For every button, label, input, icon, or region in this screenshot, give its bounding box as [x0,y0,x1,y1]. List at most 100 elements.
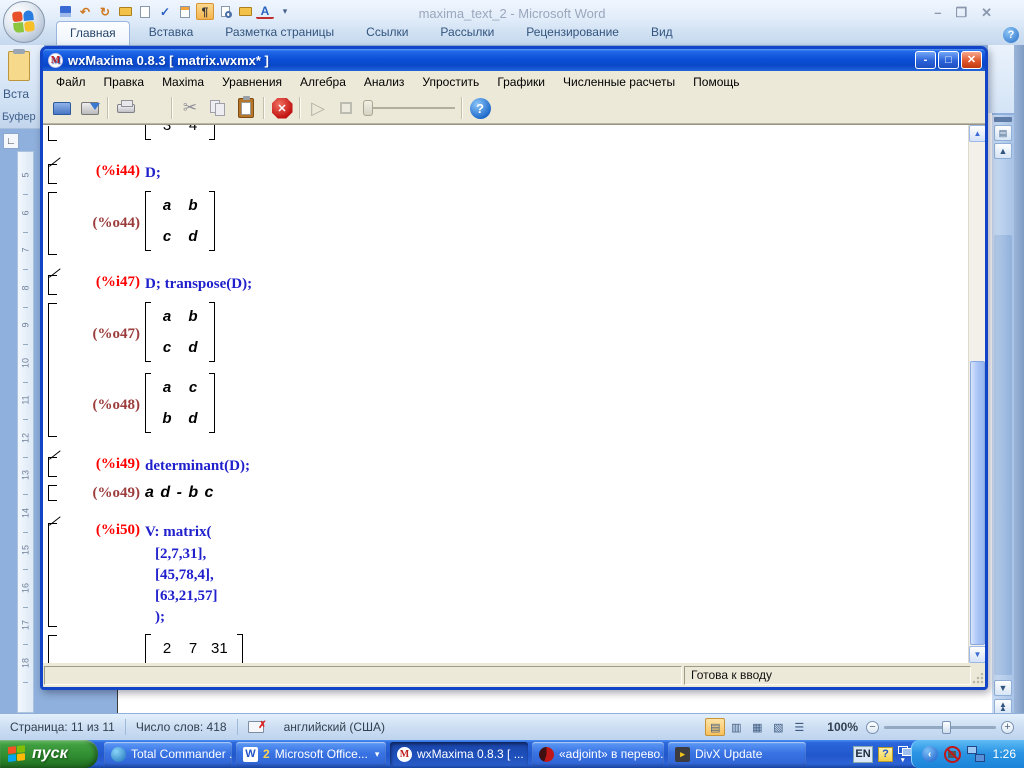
menu-упростить[interactable]: Упростить [413,72,488,92]
open-icon[interactable] [116,3,134,20]
wxmaxima-minimize-button[interactable]: - [915,51,936,69]
menu-уравнения[interactable]: Уравнения [213,72,291,92]
scroll-down-button[interactable]: ▼ [994,680,1012,696]
question-note-icon[interactable]: ? [878,746,893,762]
slider-button[interactable] [360,95,458,121]
wxmaxima-title-bar[interactable]: M wxMaxima 0.8.3 [ matrix.wxmx* ] - □ ✕ [43,49,985,71]
blocked-status-icon[interactable] [943,745,961,763]
word-restore-button[interactable]: ❐ [955,5,967,21]
taskbar-button-tc[interactable]: Total Commander ... [104,742,232,766]
input-code-line[interactable]: [2,7,31], [155,544,968,565]
taskbar-button-word[interactable]: W 2 Microsoft Office... ▾ [236,742,386,766]
word-minimize-button[interactable]: – [934,5,941,21]
tab-рецензирование[interactable]: Рецензирование [513,21,632,45]
draft-icon[interactable] [176,3,194,20]
output-block: (%o47) a b c d (%o48) a c b d [43,302,968,438]
menu-maxima[interactable]: Maxima [153,72,213,92]
resize-grip[interactable] [971,673,983,685]
menu-анализ[interactable]: Анализ [355,72,414,92]
print-button[interactable] [112,95,140,121]
wxmaxima-maximize-button[interactable]: □ [938,51,959,69]
zoom-out-button[interactable]: − [866,720,879,734]
language-indicator[interactable]: английский (США) [274,720,395,734]
menu-графики[interactable]: Графики [488,72,554,92]
wx-scroll-up-button[interactable]: ▲ [969,125,985,142]
word-vertical-scrollbar[interactable]: ▤ ▲ ▼ ▲▲ ● ▼▼ [992,115,1014,746]
word-count[interactable]: Число слов: 418 [126,720,237,734]
paste-icon[interactable] [8,49,30,81]
help-button[interactable]: ? [466,95,494,121]
scrollbar-split-handle[interactable] [994,117,1012,122]
redo-icon[interactable]: ↻ [96,3,114,20]
wxmaxima-scrollbar[interactable]: ▲ ▼ [968,125,985,663]
configure-button[interactable] [140,95,168,121]
copy-button[interactable] [204,95,232,121]
input-code[interactable]: D; transpose(D); [145,274,252,295]
menu-правка[interactable]: Правка [95,72,154,92]
print-layout-view-button[interactable]: ▤ [705,718,726,736]
save-button[interactable] [76,95,104,121]
open-button[interactable] [48,95,76,121]
wx-scrollbar-thumb[interactable] [970,361,985,645]
zoom-in-button[interactable]: + [1001,720,1014,734]
tab-вставка[interactable]: Вставка [136,21,207,45]
word-ribbon-fragment [988,45,1014,113]
zoom-slider-thumb[interactable] [942,720,951,734]
paste-button[interactable] [232,95,260,121]
interrupt-button[interactable]: ✕ [268,95,296,121]
stop-button[interactable] [332,95,360,121]
tab-главная[interactable]: Главная [56,21,130,45]
language-bar[interactable]: EN [853,745,873,763]
input-code[interactable]: D; [145,163,161,184]
web-layout-view-button[interactable]: ▦ [747,718,767,736]
menu-помощь[interactable]: Помощь [684,72,748,92]
tab-разметка-страницы[interactable]: Разметка страницы [212,21,347,45]
ruler-toggle-button[interactable]: ▤ [994,125,1012,141]
paste-button-label[interactable]: Вста [3,87,29,101]
scroll-up-button[interactable]: ▲ [994,143,1012,159]
input-code-line[interactable]: ); [155,607,968,628]
preview-icon[interactable] [216,3,234,20]
hide-icons-chevron[interactable]: ‹ [921,746,938,762]
cut-button[interactable]: ✂ [176,95,204,121]
zoom-slider-track[interactable] [884,720,996,734]
tab-ссылки[interactable]: Ссылки [353,21,421,45]
taskbar-button-adj[interactable]: «adjoint» в перево... [532,742,664,766]
menu-алгебра[interactable]: Алгебра [291,72,355,92]
input-code-line[interactable]: [63,21,57] [155,586,968,607]
taskbar-button-divx[interactable]: ▸ DivX Update [668,742,806,766]
save-icon[interactable] [56,3,74,20]
pilcrow-icon[interactable]: ¶ [196,3,214,20]
taskbar-button-wxm[interactable]: MwxMaxima 0.8.3 [ ... [390,742,528,766]
proofing-errors-icon[interactable] [247,720,267,733]
restore-window-icon[interactable]: ▾ [898,746,912,764]
wxmaxima-close-button[interactable]: ✕ [961,51,982,69]
office-button[interactable] [3,1,45,43]
page-indicator[interactable]: Страница: 11 из 11 [0,720,125,734]
wxmaxima-worksheet[interactable]: 3 4 (%i44) D; (%o44) a b c d (%i47) D; transpose(D… [43,124,985,663]
menu-численные-расчеты[interactable]: Численные расчеты [554,72,684,92]
new-icon[interactable] [136,3,154,20]
input-code[interactable]: V: matrix( [145,522,212,543]
menu-файл[interactable]: Файл [47,72,95,92]
taskbar-clock[interactable]: 1:26 [991,747,1016,761]
input-code-line[interactable]: [45,78,4], [155,565,968,586]
fullscreen-reading-view-button[interactable]: ▥ [726,718,746,736]
wx-scroll-down-button[interactable]: ▼ [969,646,985,663]
start-button-label: пуск [32,745,68,762]
draft-view-button[interactable]: ☰ [789,718,809,736]
tab-рассылки[interactable]: Рассылки [427,21,507,45]
spelling-icon[interactable]: ✓ [156,3,174,20]
network-icon[interactable] [966,746,985,762]
scrollbar-track[interactable] [994,235,1012,675]
undo-icon[interactable]: ↶ [76,3,94,20]
outline-view-button[interactable]: ▧ [768,718,788,736]
zoom-level[interactable]: 100% [827,720,858,734]
play-button[interactable]: ▷ [304,95,332,121]
word-help-button[interactable]: ? [1003,27,1019,43]
tab-вид[interactable]: Вид [638,21,686,45]
input-code[interactable]: determinant(D); [145,456,250,477]
start-button[interactable]: пуск [0,740,98,768]
tab-stop-selector[interactable]: ∟ [3,133,19,149]
word-close-button[interactable]: ✕ [981,5,992,21]
